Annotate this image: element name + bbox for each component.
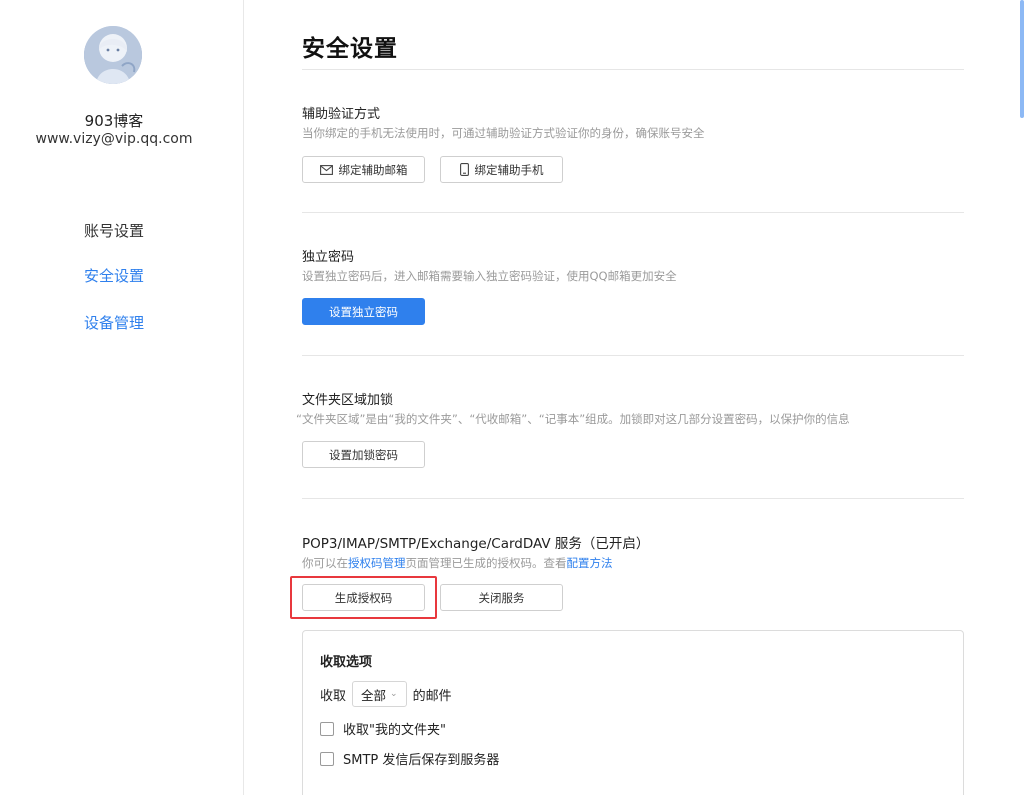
nav-item-device-management[interactable]: 设备管理 xyxy=(0,312,228,333)
avatar[interactable] xyxy=(84,26,142,84)
pop3-service-desc: 你可以在授权码管理页面管理已生成的授权码。查看配置方法 xyxy=(302,555,613,571)
nav-item-account-settings[interactable]: 账号设置 xyxy=(0,220,228,241)
chevron-down-icon: ⌄ xyxy=(390,689,398,699)
user-email: www.vizy@vip.qq.com xyxy=(35,131,193,147)
mail-icon xyxy=(319,164,333,175)
receive-my-folder-option[interactable]: 收取"我的文件夹" xyxy=(320,719,446,738)
smtp-save-option[interactable]: SMTP 发信后保存到服务器 xyxy=(320,749,499,768)
nav-item-security-settings[interactable]: 安全设置 xyxy=(0,265,228,286)
divider xyxy=(302,212,964,213)
highlight-annotation xyxy=(290,576,437,619)
folder-lock-desc: “文件夹区域”是由“我的文件夹”、“代收邮箱”、“记事本”组成。加锁即对这几部分… xyxy=(296,412,850,426)
set-independent-pwd-button[interactable]: 设置独立密码 xyxy=(302,298,425,325)
divider xyxy=(302,498,964,499)
divider xyxy=(302,69,964,70)
set-lock-pwd-button[interactable]: 设置加锁密码 xyxy=(302,441,425,468)
independent-pwd-desc: 设置独立密码后，进入邮箱需要输入独立密码验证，使用QQ邮箱更加安全 xyxy=(302,269,677,283)
sidebar: 903博客 www.vizy@vip.qq.com 账号设置 安全设置 设备管理 xyxy=(0,0,244,795)
bind-aux-email-button[interactable]: 绑定辅助邮箱 xyxy=(302,156,425,183)
close-service-button[interactable]: 关闭服务 xyxy=(440,584,563,611)
bind-aux-phone-button[interactable]: 绑定辅助手机 xyxy=(440,156,563,183)
aux-verify-desc: 当你绑定的手机无法使用时，可通过辅助验证方式验证你的身份，确保账号安全 xyxy=(302,126,705,140)
receive-options-panel: 收取选项 收取 全部 ⌄ 的邮件 收取"我的文件夹" SMTP 发信后保存到服务… xyxy=(302,630,964,795)
receive-my-folder-label: 收取"我的文件夹" xyxy=(343,723,446,738)
aux-verify-title: 辅助验证方式 xyxy=(302,107,381,122)
bind-aux-phone-label: 绑定辅助手机 xyxy=(474,162,544,177)
receive-suffix: 的邮件 xyxy=(412,688,452,704)
receive-scope-value: 全部 xyxy=(361,687,387,703)
receive-scope-row: 收取 全部 ⌄ 的邮件 xyxy=(320,681,452,707)
auth-code-manage-link[interactable]: 授权码管理 xyxy=(348,556,406,570)
smtp-save-label: SMTP 发信后保存到服务器 xyxy=(343,753,500,768)
receive-options-title: 收取选项 xyxy=(320,655,373,670)
pop3-service-title: POP3/IMAP/SMTP/Exchange/CardDAV 服务（已开启） xyxy=(302,536,650,552)
page-title: 安全设置 xyxy=(302,36,398,62)
user-name: 903博客 xyxy=(84,112,144,130)
divider xyxy=(302,355,964,356)
independent-pwd-title: 独立密码 xyxy=(302,250,355,265)
config-method-link[interactable]: 配置方法 xyxy=(567,556,613,570)
smtp-save-checkbox[interactable] xyxy=(320,751,334,766)
pop3-desc-middle: 页面管理已生成的授权码。查看 xyxy=(405,556,567,570)
phone-icon xyxy=(459,163,469,176)
receive-prefix: 收取 xyxy=(320,688,347,704)
receive-scope-select[interactable]: 全部 ⌄ xyxy=(352,681,407,707)
app-root: 903博客 www.vizy@vip.qq.com 账号设置 安全设置 设备管理… xyxy=(0,0,1024,795)
pop3-desc-prefix: 你可以在 xyxy=(302,556,348,570)
folder-lock-title: 文件夹区域加锁 xyxy=(302,393,394,408)
avatar-image-icon xyxy=(84,26,142,84)
scrollbar-thumb[interactable] xyxy=(1020,0,1024,118)
bind-aux-email-label: 绑定辅助邮箱 xyxy=(338,162,408,177)
receive-my-folder-checkbox[interactable] xyxy=(320,721,334,736)
